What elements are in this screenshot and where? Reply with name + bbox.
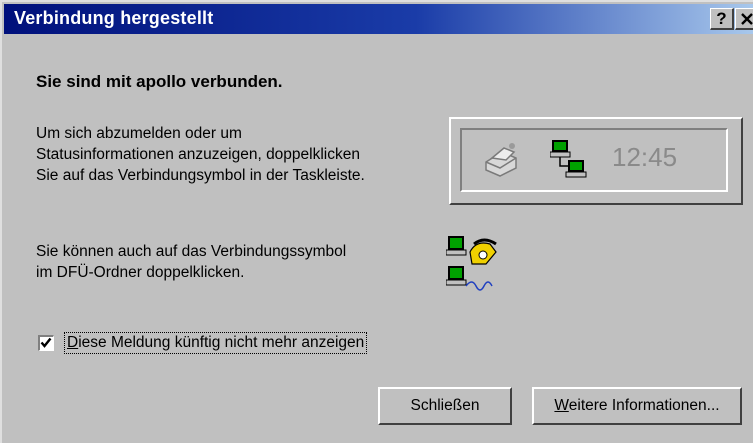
more-info-button[interactable]: Weitere Informationen... <box>532 387 742 425</box>
instructions-line: Sie auf das Verbindungsymbol in der Task… <box>36 167 365 184</box>
dfu-text: Sie können auch auf das Verbindungssymbo… <box>36 241 436 283</box>
instructions-line: Statusinformationen anzuzeigen, doppelkl… <box>36 146 360 163</box>
dont-show-checkbox[interactable] <box>38 335 54 351</box>
taskbar-clock: 12:45 <box>612 142 678 172</box>
dfu-line: im DFÜ-Ordner doppelklicken. <box>36 264 245 281</box>
close-dialog-button[interactable]: Schließen <box>378 387 512 425</box>
help-button[interactable]: ? <box>710 8 734 30</box>
accesskey-letter: W <box>554 397 569 414</box>
taskbar-tray: 12:45 <box>460 128 728 192</box>
close-icon <box>740 13 753 25</box>
accesskey-letter: D <box>67 334 79 351</box>
dfu-line: Sie können auch auf das Verbindungssymbo… <box>36 243 347 260</box>
window-title: Verbindung hergestellt <box>14 8 214 28</box>
title-bar[interactable]: Verbindung hergestellt ? <box>4 4 753 34</box>
instructions-text: Um sich abzumelden oder um Statusinforma… <box>36 123 446 186</box>
network-connection-icon <box>550 140 587 178</box>
dial-up-connection-icon <box>446 236 497 291</box>
connection-dialog: Verbindung hergestellt ? Sie sind mit ap… <box>0 0 753 443</box>
taskbar-preview: 12:45 <box>449 117 743 205</box>
printer-icon <box>485 143 517 177</box>
connection-heading: Sie sind mit apollo verbunden. <box>36 72 283 91</box>
instructions-line: Um sich abzumelden oder um <box>36 125 242 142</box>
close-button[interactable] <box>735 8 753 30</box>
more-info-label: eitere Informationen... <box>568 397 720 414</box>
label-rest: iese Meldung künftig nicht mehr anzeigen <box>78 334 365 351</box>
dont-show-label[interactable]: Diese Meldung künftig nicht mehr anzeige… <box>64 332 368 354</box>
checkmark-icon <box>40 337 52 348</box>
